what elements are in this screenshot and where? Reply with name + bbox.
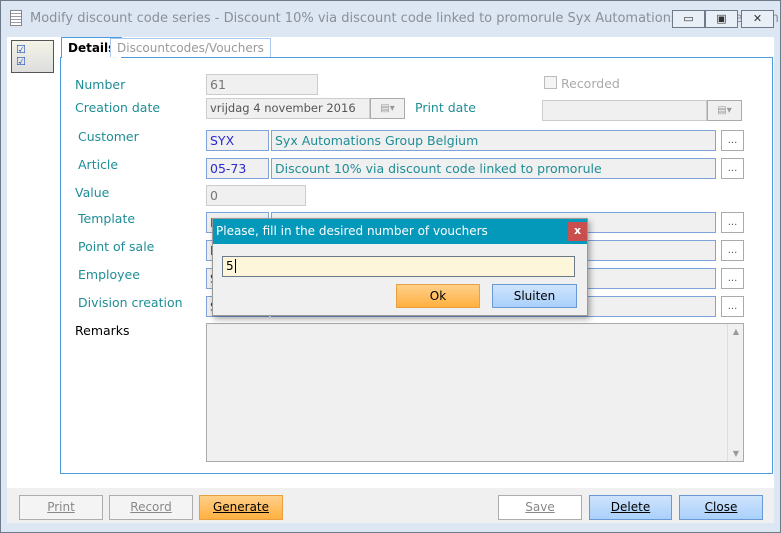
save-button[interactable]: Save xyxy=(498,495,582,520)
pos-label: Point of sale xyxy=(78,239,155,254)
delete-button[interactable]: Delete xyxy=(589,495,672,520)
calendar-dropdown-icon[interactable]: ▤▾ xyxy=(707,100,742,121)
employee-label: Employee xyxy=(78,267,140,282)
close-button[interactable]: Close xyxy=(679,495,763,520)
recorded-checkbox[interactable] xyxy=(544,76,557,89)
customer-lookup-button[interactable]: ... xyxy=(721,130,744,151)
remarks-scrollbar[interactable]: ▲ ▼ xyxy=(727,324,743,461)
pos-lookup-button[interactable]: ... xyxy=(721,240,744,261)
print-date-label: Print date xyxy=(415,100,476,115)
customer-code-field[interactable]: SYX xyxy=(206,130,269,151)
remarks-label: Remarks xyxy=(75,323,130,338)
division-label: Division creation xyxy=(78,295,183,310)
employee-lookup-button[interactable]: ... xyxy=(721,268,744,289)
customer-name-field: Syx Automations Group Belgium xyxy=(271,130,716,151)
checklist-icon[interactable]: ☑ ☑ xyxy=(11,40,54,73)
division-lookup-button[interactable]: ... xyxy=(721,296,744,317)
maximize-button[interactable]: ▣ xyxy=(705,10,738,28)
dialog-close-button[interactable]: x xyxy=(568,222,587,241)
ok-button[interactable]: Ok xyxy=(396,284,480,308)
voucher-count-input[interactable]: 5 xyxy=(222,256,575,277)
value-label: Value xyxy=(75,185,110,200)
remarks-textarea[interactable] xyxy=(206,323,744,462)
recorded-label: Recorded xyxy=(561,76,620,91)
article-label: Article xyxy=(78,157,119,172)
generate-button[interactable]: Generate xyxy=(199,495,283,520)
article-code-field[interactable]: 05-73 xyxy=(206,158,269,179)
number-label: Number xyxy=(75,77,126,92)
print-button[interactable]: Print xyxy=(19,495,103,520)
minimize-button[interactable]: ▭ xyxy=(672,10,705,28)
customer-label: Customer xyxy=(78,129,139,144)
calendar-dropdown-icon[interactable]: ▤▾ xyxy=(370,98,405,119)
close-window-button[interactable]: ✕ xyxy=(741,10,774,28)
sluiten-button[interactable]: Sluiten xyxy=(492,284,577,308)
record-button[interactable]: Record xyxy=(109,495,193,520)
tab-discountcodes[interactable]: Discountcodes/Vouchers xyxy=(110,38,271,57)
article-name-field: Discount 10% via discount code linked to… xyxy=(271,158,716,179)
value-field[interactable]: 0 xyxy=(206,185,306,206)
template-lookup-button[interactable]: ... xyxy=(721,212,744,233)
window-title: Modify discount code series - Discount 1… xyxy=(30,11,781,26)
template-label: Template xyxy=(78,211,136,226)
article-lookup-button[interactable]: ... xyxy=(721,158,744,179)
voucher-count-dialog: Please, fill in the desired number of vo… xyxy=(212,218,588,316)
window-icon xyxy=(10,10,22,26)
dialog-title: Please, fill in the desired number of vo… xyxy=(216,224,488,238)
print-date-field[interactable] xyxy=(542,100,707,121)
creation-date-label: Creation date xyxy=(75,100,161,115)
number-field[interactable]: 61 xyxy=(206,74,318,95)
creation-date-field[interactable]: vrijdag 4 november 2016 xyxy=(206,98,370,119)
